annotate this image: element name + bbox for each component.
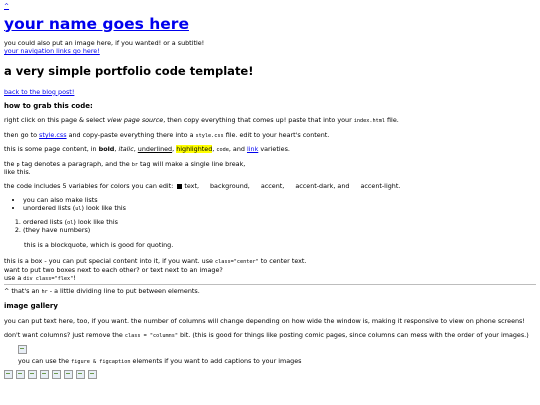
bold-text: bold — [98, 145, 115, 154]
text: the code includes 5 variables for colors… — [4, 182, 174, 191]
navigation-link[interactable]: your navigation links go here! — [4, 47, 100, 55]
text: you can also make lists — [23, 196, 98, 205]
back-to-blog-link[interactable]: back to the blog post! — [4, 88, 74, 96]
grab-instructions-1: right click on this page & select view p… — [4, 116, 536, 125]
back-to-top-link[interactable]: ^ — [4, 3, 9, 11]
text: to center text. — [258, 257, 307, 266]
text: this is some page content, in — [4, 145, 99, 154]
text: , then copy everything that comes up! pa… — [163, 116, 354, 125]
figure: you can use the figure & figcaption elem… — [18, 345, 536, 366]
gallery-columns-note: don't want columns? just remove the clas… — [4, 331, 536, 340]
content-varieties: this is some page content, in bold, ital… — [4, 145, 536, 154]
grab-instructions-2: then go to style.css and copy-paste ever… — [4, 131, 536, 140]
blockquote: this is a blockquote, which is good for … — [24, 241, 174, 250]
text: ) look like this — [73, 217, 118, 226]
text: unordered lists ( — [23, 204, 76, 213]
text: tag will make a single line break, — [138, 159, 246, 168]
accent-light-color-swatch — [353, 183, 359, 189]
list-item: you can also make lists — [23, 196, 536, 204]
text: accent-light. — [360, 182, 401, 191]
text: ! — [73, 273, 76, 282]
image-gallery-heading: image gallery — [4, 301, 58, 310]
text: accent, — [260, 182, 285, 191]
broken-image-icon[interactable] — [76, 369, 85, 379]
text: accent-dark, and — [295, 182, 350, 191]
broken-image-icon[interactable] — [88, 369, 97, 379]
text: use a — [4, 273, 24, 282]
box-line: want to put two boxes next to each other… — [4, 265, 223, 274]
text: ordered lists ( — [23, 217, 68, 226]
text: file. edit to your heart's content. — [223, 130, 330, 139]
text: bit. (this is good for things like posti… — [177, 330, 529, 339]
text: and copy-paste everything there into a — [66, 130, 196, 139]
italic-text: italic — [118, 145, 134, 154]
text: , and — [228, 145, 247, 154]
inline-code: class="center" — [215, 259, 259, 266]
site-title-link[interactable]: your name goes here — [4, 15, 189, 33]
inline-code: figure & figcaption — [71, 359, 131, 366]
tags-paragraph: the p tag denotes a paragraph, and the b… — [4, 160, 536, 177]
gallery-description: you can put text here, too, if you want.… — [4, 316, 525, 325]
text: this is a box - you can put special cont… — [4, 257, 216, 266]
inline-code: index.html — [353, 118, 385, 125]
inline-code: style.css — [195, 132, 224, 139]
text: elements if you want to add captions to … — [130, 357, 302, 366]
style-css-link[interactable]: style.css — [39, 131, 67, 139]
text: don't want columns? just remove the — [4, 330, 125, 339]
text: the — [4, 159, 17, 168]
broken-image-icon — [18, 345, 27, 355]
broken-image-icon[interactable] — [28, 369, 37, 379]
text: background, — [210, 182, 250, 191]
list-item: (they have numbers) — [23, 226, 536, 234]
text: ^ that's an — [4, 287, 42, 296]
italic-text: view page source — [107, 116, 164, 125]
color-variables: the code includes 5 variables for colors… — [4, 182, 536, 190]
highlighted-text: highlighted — [176, 145, 213, 154]
grab-code-heading: how to grab this code: — [4, 101, 93, 110]
text: text, — [184, 182, 199, 191]
text: ) look like this — [81, 204, 127, 213]
broken-image-icon[interactable] — [16, 369, 25, 379]
site-title: your name goes here — [4, 15, 536, 34]
text: file. — [384, 116, 399, 125]
text: (they have numbers) — [23, 226, 91, 235]
broken-image-icon[interactable] — [64, 369, 73, 379]
sample-link[interactable]: link — [247, 145, 258, 153]
underlined-text: underlined — [137, 145, 173, 154]
figcaption: you can use the figure & figcaption elem… — [18, 357, 536, 366]
page: ^ your name goes here you could also put… — [0, 0, 540, 379]
text: right click on this page & select — [4, 116, 108, 125]
post-title: a very simple portfolio code template! — [4, 64, 254, 79]
text: you can use the — [18, 357, 72, 366]
broken-image-icon[interactable] — [52, 369, 61, 379]
accent-color-swatch — [253, 183, 259, 189]
broken-image-icon[interactable] — [4, 369, 13, 379]
image-gallery — [4, 369, 536, 379]
box-line: use a div class="flex"! — [4, 274, 536, 283]
text: then go to — [4, 130, 40, 139]
hr-note: ^ that's an hr - a little dividing line … — [4, 287, 536, 296]
box-line: this is a box - you can put special cont… — [4, 257, 536, 266]
unordered-list: you can also make lists unordered lists … — [4, 196, 536, 213]
inline-code: class = "columns" — [124, 332, 178, 339]
special-box: this is a box - you can put special cont… — [4, 257, 536, 282]
subtitle: you could also put an image here, if you… — [4, 39, 205, 48]
broken-image-icon[interactable] — [40, 369, 49, 379]
background-color-swatch — [203, 183, 208, 189]
inline-code: div class="flex" — [23, 275, 74, 282]
text-color-swatch — [177, 183, 183, 189]
ordered-list: ordered lists (ol) look like this (they … — [4, 218, 536, 235]
list-item: ordered lists (ol) look like this — [23, 218, 536, 227]
text: - a little dividing line to put between … — [47, 287, 200, 296]
text: tag denotes a paragraph, and the — [19, 159, 132, 168]
accent-dark-color-swatch — [288, 183, 294, 189]
inline-code: code — [216, 147, 229, 154]
list-item: unordered lists (ul) look like this — [23, 204, 536, 213]
text: like this. — [4, 168, 31, 177]
text: varieties. — [258, 145, 290, 154]
divider — [4, 284, 536, 286]
